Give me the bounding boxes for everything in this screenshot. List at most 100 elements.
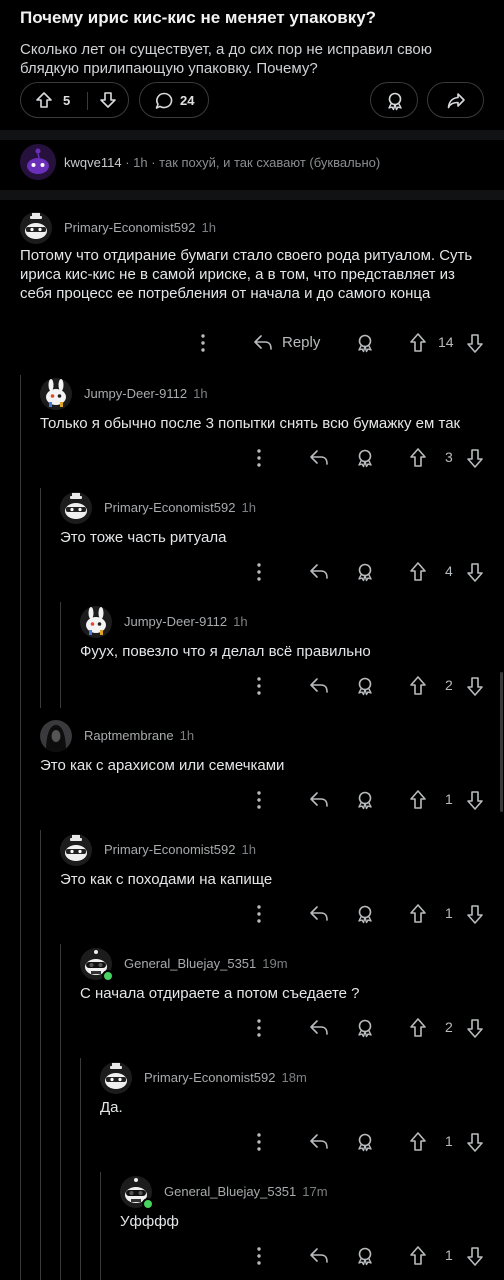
avatar[interactable] <box>40 720 72 752</box>
post-title[interactable]: Почему ирис кис-кис не меняет упаковку? <box>20 8 376 28</box>
upvote-icon[interactable] <box>407 674 429 698</box>
more-options-icon[interactable] <box>252 674 266 698</box>
downvote-icon[interactable] <box>464 674 486 698</box>
reply-icon[interactable] <box>308 902 330 926</box>
upvote-icon[interactable] <box>407 1016 429 1040</box>
award-icon[interactable] <box>354 902 376 926</box>
avatar[interactable] <box>40 378 72 410</box>
more-options-icon[interactable] <box>252 560 266 584</box>
share-button[interactable] <box>427 82 484 118</box>
downvote-icon[interactable] <box>464 902 486 926</box>
reply-icon[interactable] <box>308 560 330 584</box>
reply-icon[interactable] <box>308 1244 330 1268</box>
more-options-icon[interactable] <box>252 1130 266 1154</box>
award-icon[interactable] <box>354 560 376 584</box>
downvote-icon[interactable] <box>464 331 486 355</box>
award-icon[interactable] <box>354 331 376 355</box>
comment-actions: 1 <box>0 1130 504 1154</box>
award-icon <box>388 92 402 111</box>
vote-count: 4 <box>445 563 453 579</box>
timestamp: 1h <box>179 728 195 743</box>
upvote-icon[interactable] <box>407 331 429 355</box>
username[interactable]: General_Bluejay_5351 <box>124 956 256 971</box>
upvote-icon[interactable] <box>407 1130 429 1154</box>
vote-count: 1 <box>445 1247 453 1263</box>
username[interactable]: Jumpy-Deer-9112 <box>124 614 227 629</box>
downvote-icon[interactable] <box>464 1016 486 1040</box>
downvote-icon[interactable] <box>464 1130 486 1154</box>
comment-text: Это как с арахисом или семечками <box>40 757 285 774</box>
thread-line[interactable] <box>40 830 41 1280</box>
comments-button[interactable]: 24 <box>139 82 209 118</box>
comment-actions: 2 <box>0 674 504 698</box>
reply-icon[interactable] <box>308 446 330 470</box>
reply-label[interactable]: Reply <box>282 334 320 351</box>
upvote-icon[interactable] <box>407 560 429 584</box>
avatar[interactable] <box>80 606 112 638</box>
comment-header: Primary-Economist592 1h <box>64 220 216 235</box>
username[interactable]: Raptmembrane <box>84 728 174 743</box>
scrollbar[interactable] <box>500 672 503 812</box>
comment-header: General_Bluejay_5351 19m <box>124 956 288 971</box>
username[interactable]: kwqve114 <box>64 155 122 170</box>
award-button[interactable] <box>370 82 418 118</box>
more-options-icon[interactable] <box>252 788 266 812</box>
upvote-icon[interactable] <box>407 446 429 470</box>
comment-text: Фуух, повезло что я делал всё правильно <box>80 643 371 660</box>
username[interactable]: Primary-Economist592 <box>64 220 196 235</box>
comment-header: Primary-Economist592 18m <box>144 1070 307 1085</box>
username[interactable]: Jumpy-Deer-9112 <box>84 386 187 401</box>
timestamp: 1h <box>133 155 148 170</box>
reply-icon[interactable] <box>308 674 330 698</box>
section-divider <box>0 130 504 140</box>
thread-line[interactable] <box>60 944 61 1280</box>
timestamp: 1h <box>201 220 216 235</box>
downvote-icon[interactable] <box>464 560 486 584</box>
upvote-icon[interactable] <box>35 91 53 109</box>
more-options-icon[interactable] <box>196 331 210 355</box>
avatar[interactable] <box>60 834 92 866</box>
bunny-avatar-icon <box>40 378 72 410</box>
more-options-icon[interactable] <box>252 446 266 470</box>
more-options-icon[interactable] <box>252 1244 266 1268</box>
downvote-icon[interactable] <box>464 1244 486 1268</box>
vote-pill: 5 <box>20 82 129 118</box>
username[interactable]: General_Bluejay_5351 <box>164 1184 296 1199</box>
snoo-avatar-icon <box>20 144 56 180</box>
comment-preview: так похуй, и так схавают (буквально) <box>159 155 381 170</box>
award-icon[interactable] <box>354 1016 376 1040</box>
avatar[interactable] <box>20 212 52 244</box>
comment-actions: 1 <box>0 788 504 812</box>
reply-icon[interactable] <box>252 331 274 355</box>
reply-icon[interactable] <box>308 788 330 812</box>
collapsed-comment[interactable]: kwqve114 · 1h · так похуй, и так схавают… <box>64 155 380 170</box>
award-icon[interactable] <box>354 788 376 812</box>
upvote-icon[interactable] <box>407 788 429 812</box>
bunny-avatar-icon <box>80 606 112 638</box>
mask-avatar-icon <box>60 834 92 866</box>
timestamp: 19m <box>262 956 288 971</box>
more-options-icon[interactable] <box>252 902 266 926</box>
award-icon[interactable] <box>354 446 376 470</box>
upvote-icon[interactable] <box>407 902 429 926</box>
username[interactable]: Primary-Economist592 <box>144 1070 276 1085</box>
post: Почему ирис кис-кис не меняет упаковку? … <box>0 0 504 130</box>
username[interactable]: Primary-Economist592 <box>104 842 236 857</box>
reply-icon[interactable] <box>308 1130 330 1154</box>
downvote-icon[interactable] <box>464 788 486 812</box>
avatar[interactable] <box>20 144 56 180</box>
downvote-icon[interactable] <box>99 91 117 109</box>
comment-actions: 4 <box>0 560 504 584</box>
award-icon[interactable] <box>354 1244 376 1268</box>
more-options-icon[interactable] <box>252 1016 266 1040</box>
upvote-icon[interactable] <box>407 1244 429 1268</box>
avatar[interactable] <box>100 1062 132 1094</box>
comment-actions: Reply 14 <box>0 331 504 355</box>
username[interactable]: Primary-Economist592 <box>104 500 236 515</box>
award-icon[interactable] <box>354 1130 376 1154</box>
downvote-icon[interactable] <box>464 446 486 470</box>
hood-avatar-icon <box>40 720 72 752</box>
avatar[interactable] <box>60 492 92 524</box>
award-icon[interactable] <box>354 674 376 698</box>
reply-icon[interactable] <box>308 1016 330 1040</box>
